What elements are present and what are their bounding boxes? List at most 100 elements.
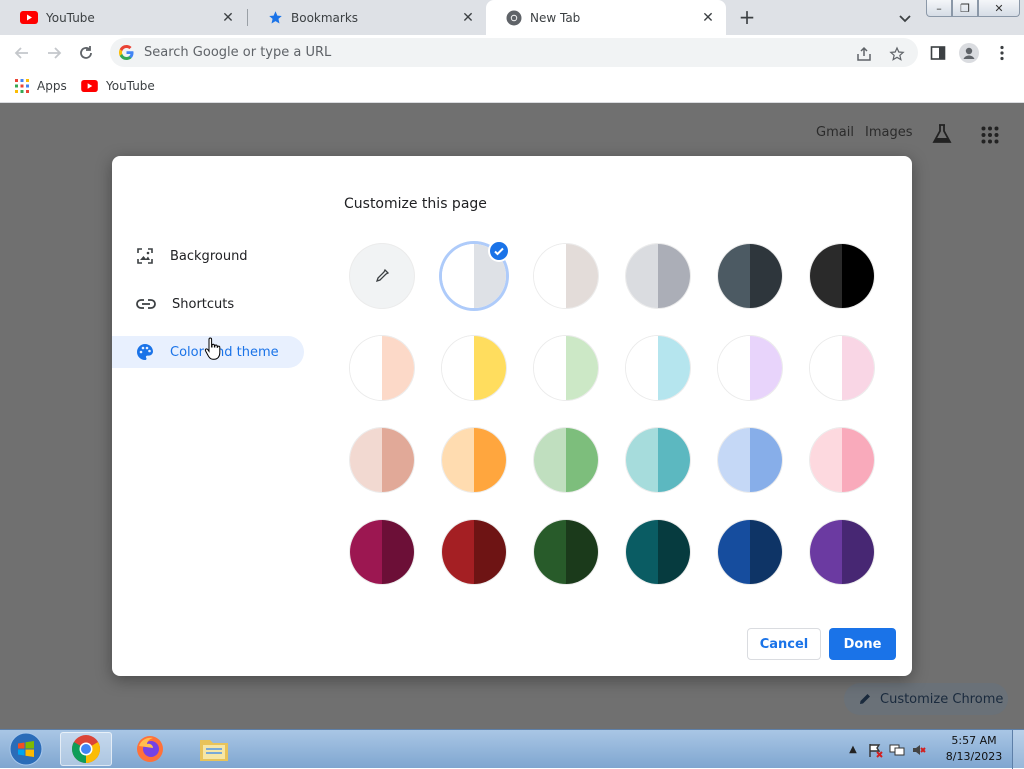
- color-swatch[interactable]: [534, 520, 598, 584]
- nav-background[interactable]: Background: [112, 240, 304, 272]
- gmail-link[interactable]: Gmail: [816, 125, 854, 140]
- profile-button[interactable]: [959, 43, 979, 63]
- taskbar-firefox[interactable]: [124, 732, 176, 766]
- tab-bookmarks[interactable]: Bookmarks ✕: [248, 0, 486, 35]
- reload-button[interactable]: [76, 43, 96, 63]
- nav-label: Color and theme: [170, 344, 279, 360]
- menu-button[interactable]: [992, 43, 1012, 63]
- nav-shortcuts[interactable]: Shortcuts: [112, 288, 304, 320]
- custom-color-swatch[interactable]: [350, 244, 414, 308]
- window-controls: – ❐ ✕: [926, 0, 1020, 18]
- tab-label: YouTube: [46, 10, 95, 25]
- share-icon[interactable]: [856, 46, 872, 62]
- customize-dialog: Customize this page Background Shortcuts…: [112, 156, 912, 676]
- taskbar-clock[interactable]: 5:57 AM 8/13/2023: [944, 733, 1004, 765]
- back-button[interactable]: [12, 43, 32, 63]
- firefox-logo-icon: [137, 736, 163, 762]
- taskbar-chrome[interactable]: [60, 732, 112, 766]
- color-swatch[interactable]: [534, 244, 598, 308]
- done-button[interactable]: Done: [829, 628, 896, 660]
- google-apps-icon[interactable]: [981, 126, 999, 144]
- color-swatch[interactable]: [626, 336, 690, 400]
- tab-label: New Tab: [530, 10, 581, 25]
- clock-time: 5:57 AM: [951, 734, 997, 747]
- start-button[interactable]: [4, 732, 48, 766]
- apps-grid-icon: [15, 79, 29, 93]
- system-tray: ▲: [842, 730, 930, 769]
- side-panel-icon: [930, 46, 946, 60]
- side-panel-button[interactable]: [928, 43, 948, 63]
- color-swatch[interactable]: [810, 336, 874, 400]
- restore-button[interactable]: ❐: [952, 0, 978, 17]
- windows-orb-icon: [9, 732, 43, 766]
- color-swatch[interactable]: [718, 428, 782, 492]
- images-link[interactable]: Images: [865, 125, 913, 140]
- color-swatch[interactable]: [626, 520, 690, 584]
- show-hidden-icons-icon[interactable]: ▲: [842, 740, 864, 760]
- google-g-icon: [119, 45, 134, 60]
- star-icon: [269, 11, 282, 24]
- bookmark-youtube[interactable]: YouTube: [81, 77, 155, 95]
- hand-cursor-icon: [204, 337, 221, 360]
- color-swatch[interactable]: [626, 244, 690, 308]
- taskbar: ▲ 5:57 AM 8/13/2023: [0, 729, 1024, 769]
- selected-check-icon: [488, 240, 510, 262]
- minimize-button[interactable]: –: [926, 0, 952, 17]
- forward-button[interactable]: [44, 43, 64, 63]
- customize-chrome-button[interactable]: Customize Chrome: [844, 683, 1008, 715]
- youtube-icon: [20, 11, 38, 24]
- color-swatch[interactable]: [718, 520, 782, 584]
- kebab-menu-icon: [1000, 45, 1004, 61]
- action-center-flag-icon[interactable]: [864, 740, 886, 760]
- color-swatch[interactable]: [350, 428, 414, 492]
- chevron-down-icon[interactable]: [896, 9, 914, 27]
- omnibox-input[interactable]: [142, 42, 822, 63]
- bookmark-apps[interactable]: Apps: [15, 77, 67, 95]
- color-swatch[interactable]: [810, 520, 874, 584]
- cancel-button[interactable]: Cancel: [747, 628, 821, 660]
- arrow-right-icon: [48, 47, 62, 59]
- new-tab-button[interactable]: +: [737, 7, 757, 28]
- chrome-logo-icon: [72, 735, 100, 763]
- bookmark-label: Apps: [37, 79, 67, 93]
- tab-new-tab[interactable]: New Tab ✕: [486, 0, 726, 35]
- color-swatch[interactable]: [350, 336, 414, 400]
- color-swatch[interactable]: [810, 428, 874, 492]
- volume-muted-icon[interactable]: [908, 740, 930, 760]
- close-tab-icon[interactable]: ✕: [700, 10, 716, 26]
- nav-label: Shortcuts: [172, 296, 235, 312]
- nav-label: Background: [170, 248, 248, 264]
- palette-icon: [137, 344, 153, 360]
- close-window-button[interactable]: ✕: [978, 0, 1020, 17]
- color-swatch[interactable]: [442, 428, 506, 492]
- color-swatch[interactable]: [626, 428, 690, 492]
- labs-flask-icon[interactable]: [931, 123, 953, 145]
- color-swatch[interactable]: [718, 244, 782, 308]
- close-tab-icon[interactable]: ✕: [220, 10, 236, 26]
- pencil-icon: [860, 694, 870, 704]
- color-swatch[interactable]: [810, 244, 874, 308]
- link-icon: [136, 299, 156, 309]
- color-swatch[interactable]: [534, 428, 598, 492]
- taskbar-file-explorer[interactable]: [188, 732, 240, 766]
- arrow-left-icon: [14, 47, 28, 59]
- color-swatch[interactable]: [442, 336, 506, 400]
- tab-label: Bookmarks: [291, 10, 359, 25]
- customize-chrome-label: Customize Chrome: [880, 691, 1004, 707]
- tab-strip: YouTube ✕ Bookmarks ✕ New Tab ✕ + – ❐ ✕: [0, 0, 1024, 35]
- bookmark-star-icon[interactable]: [889, 46, 905, 62]
- youtube-icon: [81, 80, 98, 92]
- close-tab-icon[interactable]: ✕: [460, 10, 476, 26]
- color-swatch[interactable]: [718, 336, 782, 400]
- tab-youtube[interactable]: YouTube ✕: [0, 0, 246, 35]
- color-swatch[interactable]: [534, 336, 598, 400]
- network-icon[interactable]: [886, 740, 908, 760]
- color-swatch[interactable]: [442, 520, 506, 584]
- show-desktop-button[interactable]: [1012, 730, 1024, 769]
- bookmark-label: YouTube: [106, 79, 155, 93]
- color-swatch[interactable]: [350, 520, 414, 584]
- reload-icon: [80, 46, 92, 59]
- clock-date: 8/13/2023: [945, 750, 1003, 763]
- omnibox[interactable]: [110, 38, 918, 67]
- chrome-icon: [506, 10, 522, 25]
